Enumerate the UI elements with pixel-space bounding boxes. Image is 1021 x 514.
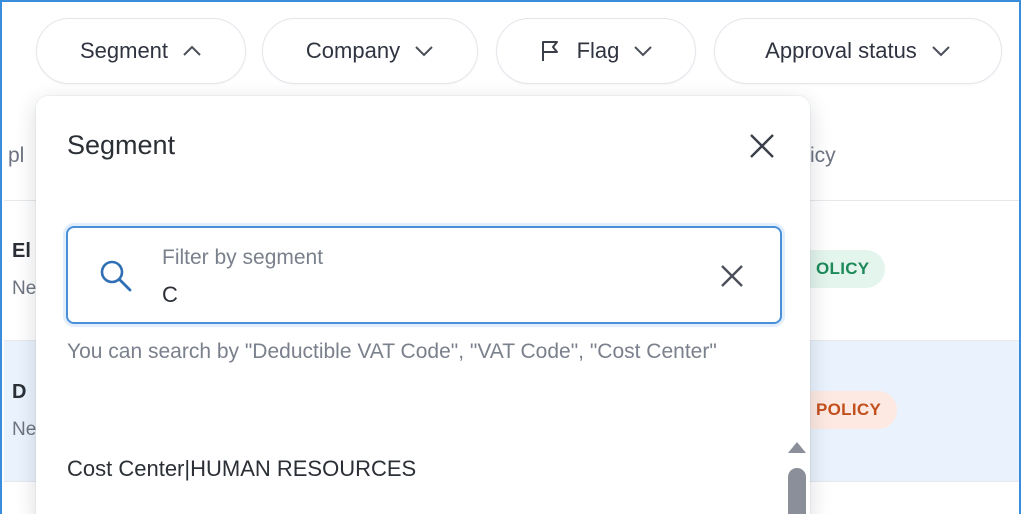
- row-title: El: [12, 240, 31, 262]
- table-header-policy: icy: [810, 144, 836, 167]
- chevron-down-icon: [932, 46, 950, 57]
- approval-status-filter-button[interactable]: Approval status: [714, 18, 1002, 84]
- search-hint: You can search by "Deductible VAT Code",…: [67, 340, 717, 363]
- row-subtitle: Ne: [12, 419, 37, 440]
- search-icon: [100, 260, 132, 292]
- chevron-down-icon: [415, 46, 433, 57]
- table-header-cell: pl: [8, 144, 25, 167]
- flag-filter-label: Flag: [576, 38, 620, 63]
- scroll-up-arrow[interactable]: [788, 442, 806, 453]
- row-title: D: [12, 381, 27, 403]
- company-filter-label: Company: [305, 38, 401, 63]
- chevron-down-icon: [634, 46, 653, 57]
- panel-title: Segment: [67, 130, 176, 160]
- chevron-up-icon: [183, 45, 201, 56]
- segment-filter-label: Segment: [79, 38, 169, 63]
- approval-status-filter-label: Approval status: [765, 38, 917, 63]
- app-frame: Segment Company Flag Approval status pl …: [0, 0, 1021, 514]
- flag-filter-button[interactable]: Flag: [496, 18, 696, 84]
- segment-search-field[interactable]: Filter by segment: [66, 226, 782, 324]
- clear-icon[interactable]: [720, 264, 744, 288]
- segment-filter-button[interactable]: Segment: [36, 18, 246, 84]
- segment-dropdown-panel: Segment Filter by segment You can search…: [36, 96, 810, 514]
- segment-search-input[interactable]: [162, 280, 682, 310]
- segment-option[interactable]: Cost Center|HUMAN RESOURCES: [67, 456, 416, 482]
- search-field-label: Filter by segment: [162, 246, 324, 269]
- row-subtitle: Ne: [12, 278, 37, 299]
- company-filter-button[interactable]: Company: [262, 18, 478, 84]
- close-icon[interactable]: [748, 132, 776, 160]
- scrollbar-thumb[interactable]: [788, 468, 806, 514]
- flag-icon: [541, 41, 558, 61]
